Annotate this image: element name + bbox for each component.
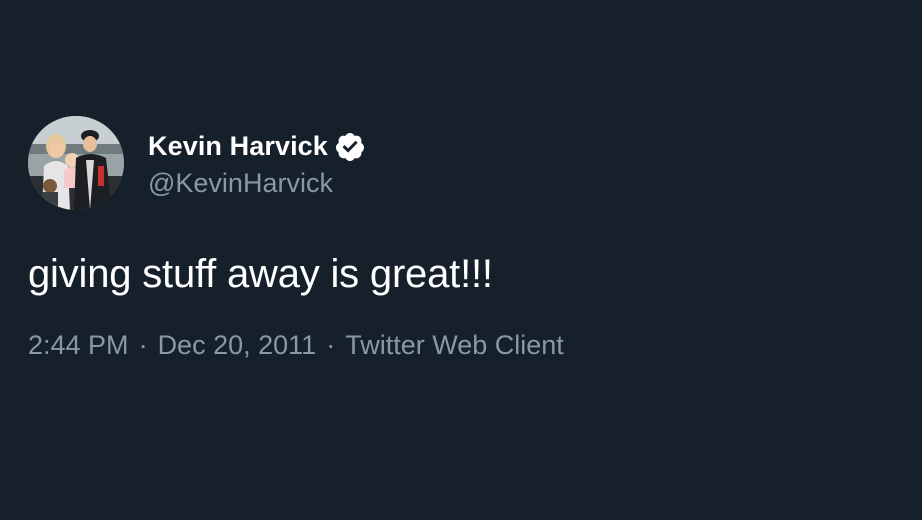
author-handle[interactable]: @KevinHarvick xyxy=(148,168,366,199)
meta-separator: · xyxy=(326,330,336,360)
display-name-row[interactable]: Kevin Harvick xyxy=(148,128,366,166)
tweet-card: Kevin Harvick @KevinHarvick giving stuff… xyxy=(28,116,894,361)
display-name[interactable]: Kevin Harvick xyxy=(148,131,328,162)
tweet-source-link[interactable]: Twitter Web Client xyxy=(345,330,564,361)
tweet-time[interactable]: 2:44 PM xyxy=(28,330,129,361)
tweet-meta: 2:44 PM · Dec 20, 2011 · Twitter Web Cli… xyxy=(28,330,894,361)
avatar-photo-icon xyxy=(28,116,124,210)
meta-separator: · xyxy=(138,330,148,360)
tweet-text: giving stuff away is great!!! xyxy=(28,252,493,296)
author-names: Kevin Harvick @KevinHarvick xyxy=(148,128,366,199)
verified-badge-icon xyxy=(334,131,366,163)
avatar[interactable] xyxy=(28,116,124,210)
tweet-date[interactable]: Dec 20, 2011 xyxy=(158,330,317,361)
tweet-header: Kevin Harvick @KevinHarvick xyxy=(28,116,894,210)
